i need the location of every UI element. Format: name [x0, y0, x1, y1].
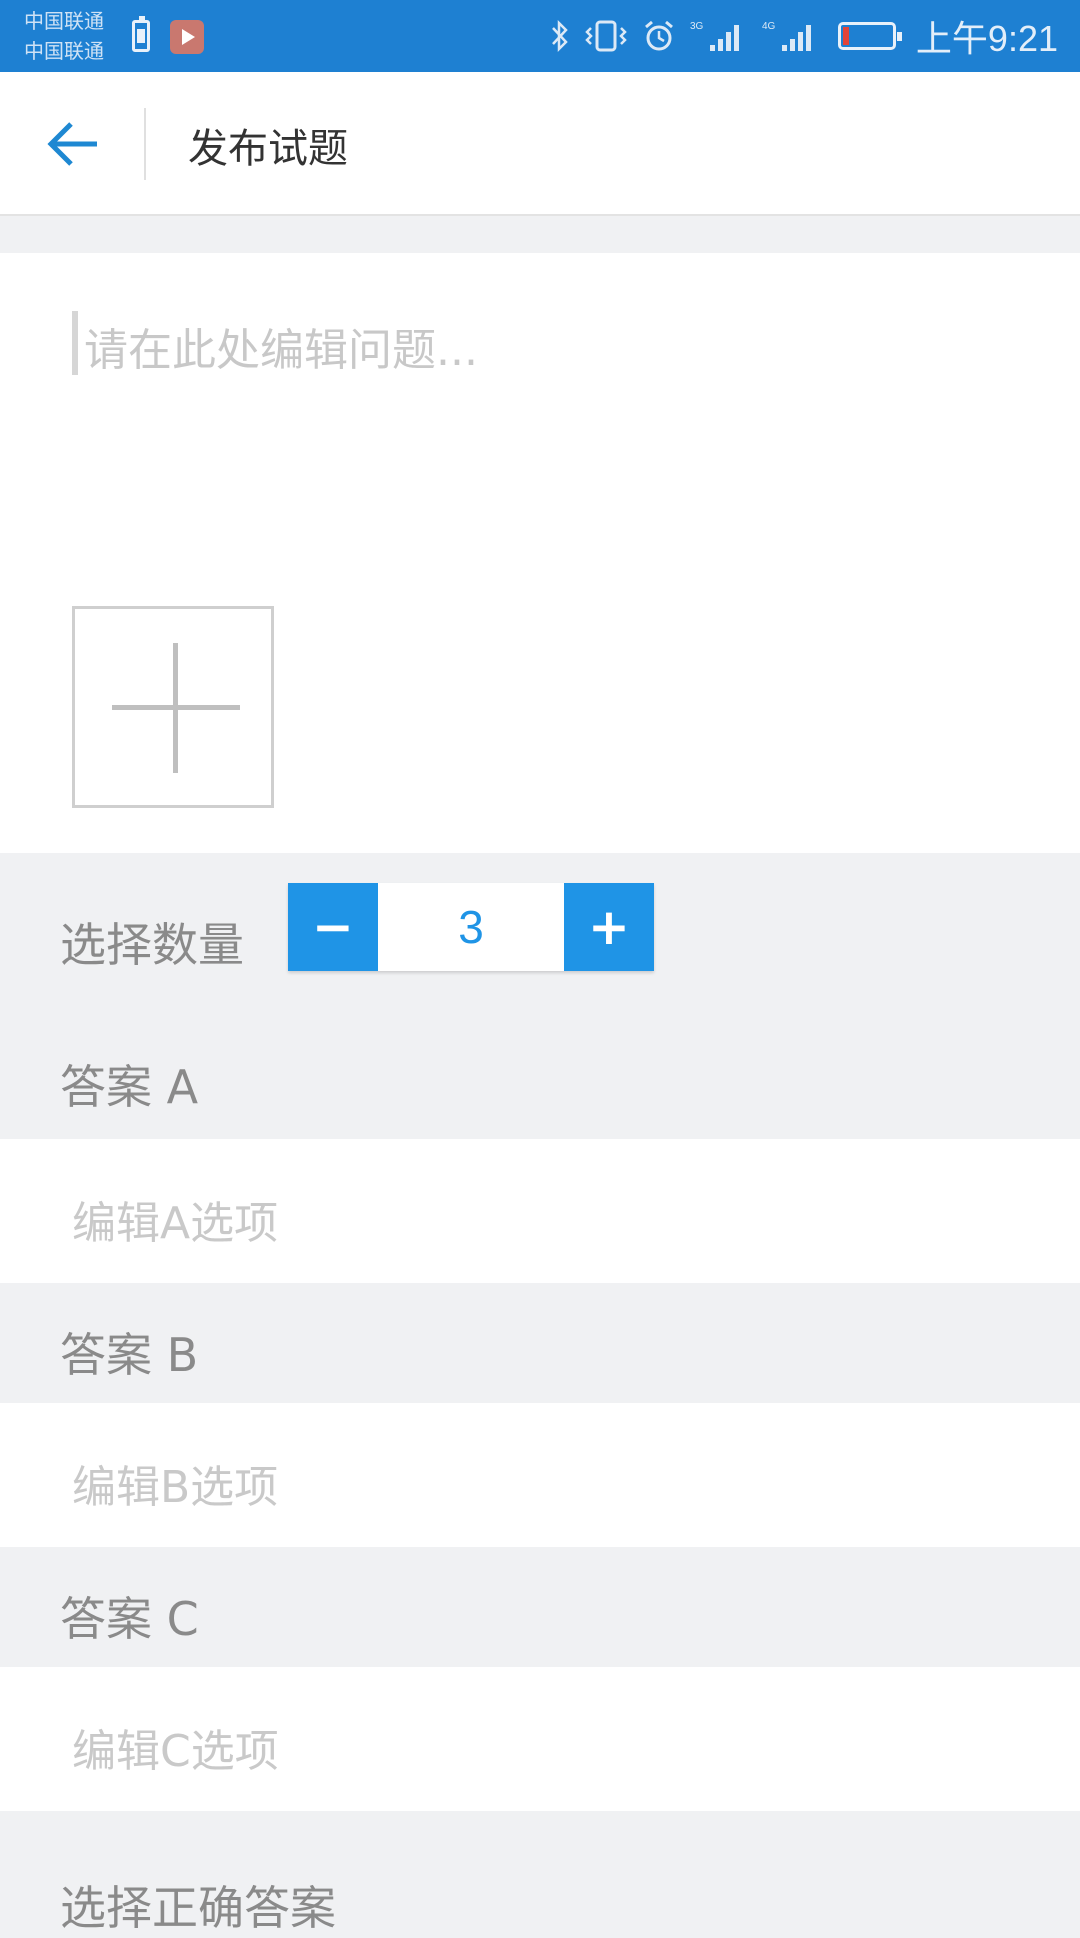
answer-placeholder: 编辑C选项 — [72, 1726, 279, 1777]
battery-icon — [837, 22, 902, 50]
carrier-1: 中国联通 — [24, 9, 104, 33]
decrement-button[interactable]: − — [288, 883, 378, 971]
answer-label: 答案 B — [60, 1328, 199, 1382]
answer-field-a[interactable]: 编辑A选项 — [0, 1139, 1080, 1283]
divider — [144, 108, 146, 180]
answer-placeholder: 编辑B选项 — [72, 1462, 279, 1513]
increment-button[interactable]: + — [564, 883, 654, 971]
signal-icon: 3G — [690, 21, 739, 51]
battery-charging-icon — [132, 16, 150, 52]
alarm-icon — [644, 20, 673, 51]
back-button[interactable] — [28, 106, 118, 182]
question-input[interactable]: 请在此处编辑问题... — [72, 311, 1012, 391]
quantity-row: 选择数量 − 3 + — [0, 853, 1080, 1013]
question-card: 请在此处编辑问题... — [0, 253, 1080, 853]
network-1-label: 3G — [690, 21, 704, 32]
clock: 上午9:21 — [915, 18, 1058, 59]
quantity-value[interactable]: 3 — [378, 883, 564, 971]
vibrate-icon — [585, 20, 627, 52]
app-bar: 发布试题 — [0, 72, 1080, 216]
quantity-label: 选择数量 — [60, 918, 244, 972]
correct-answer-label: 选择正确答案 — [60, 1881, 336, 1935]
page-title: 发布试题 — [188, 126, 348, 172]
answer-field-b[interactable]: 编辑B选项 — [0, 1403, 1080, 1547]
status-bar: 中国联通 中国联通 3G 4G 上午9:21 — [0, 0, 1080, 72]
carrier-labels: 中国联通 中国联通 — [24, 6, 104, 66]
signal-icon: 4G — [762, 21, 811, 51]
add-image-button[interactable] — [72, 606, 274, 808]
answer-header-b: 答案 B — [0, 1283, 1080, 1403]
answer-label: 答案 C — [60, 1592, 199, 1646]
network-2-label: 4G — [762, 21, 776, 32]
status-icons: 3G 4G 上午9:21 — [550, 0, 1058, 72]
answer-header-a: 答案 A — [0, 1013, 1080, 1139]
carrier-2: 中国联通 — [24, 39, 104, 63]
answer-placeholder: 编辑A选项 — [72, 1198, 279, 1249]
answer-header-c: 答案 C — [0, 1547, 1080, 1667]
answer-field-c[interactable]: 编辑C选项 — [0, 1667, 1080, 1811]
answer-label: 答案 A — [60, 1060, 199, 1114]
app-icon — [170, 20, 204, 54]
quantity-stepper[interactable]: − 3 + — [288, 883, 654, 971]
bluetooth-icon — [552, 19, 568, 53]
arrow-left-icon — [47, 122, 97, 166]
